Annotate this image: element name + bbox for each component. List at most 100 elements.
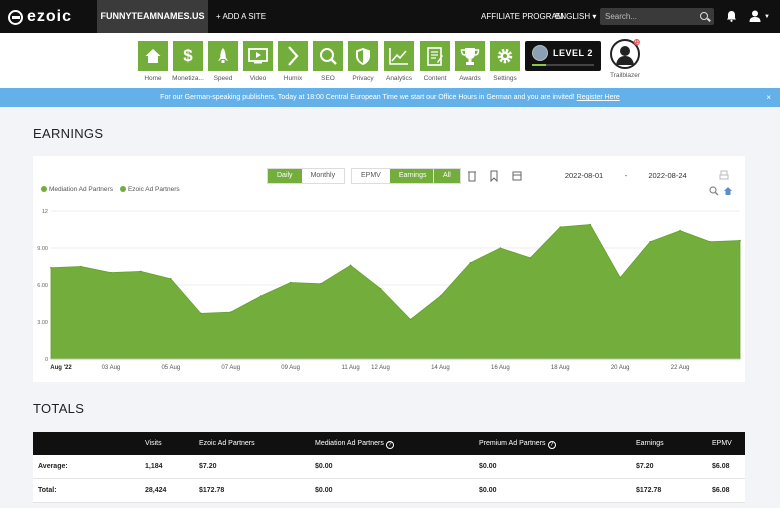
print-icon[interactable] xyxy=(719,170,729,182)
search-icon[interactable] xyxy=(700,12,708,20)
x-tick-label: 14 Aug xyxy=(431,365,450,371)
x-tick-label: 22 Aug xyxy=(671,365,690,371)
chevron-icon xyxy=(288,46,299,66)
all-toggle: All xyxy=(433,168,461,184)
banner-text: For our German-speaking publishers, Toda… xyxy=(160,94,575,101)
data-point xyxy=(409,318,412,321)
calendar-icon[interactable] xyxy=(512,170,522,182)
nav-awards[interactable]: Awards xyxy=(455,41,485,82)
data-point xyxy=(559,226,562,228)
date-to-field[interactable]: 2022-08-24 xyxy=(635,168,700,184)
chart-legend: Mediation Ad Partners Ezoic Ad Partners xyxy=(41,186,180,193)
period-toggle: Daily Monthly xyxy=(267,168,346,184)
dollar-icon: $ xyxy=(183,46,193,65)
nav-content[interactable]: Content xyxy=(420,41,450,82)
nav-speed[interactable]: Speed xyxy=(208,41,238,82)
legend-item[interactable]: Mediation Ad Partners xyxy=(41,186,113,193)
close-icon[interactable]: × xyxy=(766,88,771,107)
level-progress-fill xyxy=(532,64,546,66)
tab-epmv[interactable]: EPMV xyxy=(352,169,390,183)
x-tick-label: 11 Aug xyxy=(341,365,359,371)
user-icon[interactable] xyxy=(749,10,761,22)
magnifier-icon xyxy=(320,48,337,65)
cell-epmv: $6.08 xyxy=(712,487,730,494)
affiliate-program-link[interactable]: AFFILIATE PROGRAM xyxy=(481,0,564,33)
cell-ezoic: $172.78 xyxy=(199,487,225,494)
search-input[interactable] xyxy=(605,10,695,23)
tab-earnings[interactable]: Earnings xyxy=(389,169,436,183)
earnings-chart[interactable]: 0 3.00 6.00 9.00 12 Aug '22 03 Aug 05 Aug 07 Aug… xyxy=(33,196,745,378)
nav-home[interactable]: Home xyxy=(138,41,168,82)
reset-home-icon[interactable] xyxy=(723,186,733,196)
help-icon[interactable]: ? xyxy=(385,441,394,449)
legend-dot xyxy=(41,186,47,192)
table-row: Total: 28,424 $172.78 $0.00 $0.00 $172.7… xyxy=(33,479,745,503)
nav-monetization[interactable]: $ Monetiza... xyxy=(172,41,204,82)
nav-video[interactable]: Video xyxy=(243,41,273,82)
help-icon[interactable]: ? xyxy=(547,441,556,449)
cell-mediation: $0.00 xyxy=(315,463,333,470)
ezoic-logo[interactable]: ezoic xyxy=(8,8,72,26)
header-epmv: EPMV xyxy=(712,440,732,447)
x-tick-label: 05 Aug xyxy=(161,365,180,371)
top-bar: ezoic FUNNYTEAMNAMES.US + ADD A SITE AFF… xyxy=(0,0,780,33)
add-site-link[interactable]: + ADD A SITE xyxy=(216,0,266,33)
bell-icon[interactable] xyxy=(726,10,737,22)
home-icon xyxy=(145,49,161,63)
announcement-banner: For our German-speaking publishers, Toda… xyxy=(0,88,780,107)
area-series-ezoic xyxy=(50,224,741,360)
tab-monthly[interactable]: Monthly xyxy=(301,169,345,183)
trash-icon[interactable] xyxy=(467,170,477,182)
cell-premium: $0.00 xyxy=(479,463,497,470)
data-point xyxy=(170,278,172,280)
header-label: Premium Ad Partners xyxy=(479,440,546,447)
register-link[interactable]: Register Here xyxy=(577,94,620,101)
legend-label: Ezoic Ad Partners xyxy=(127,186,180,193)
logo-text: ezoic xyxy=(27,8,73,25)
chevron-down-icon[interactable]: ▼ xyxy=(764,14,770,20)
header-label: Mediation Ad Partners xyxy=(315,440,384,447)
site-selector[interactable]: FUNNYTEAMNAMES.US xyxy=(97,0,208,33)
earnings-card: Daily Monthly EPMV Earnings All 2022-08-… xyxy=(33,156,745,382)
data-point xyxy=(499,247,502,249)
nav-privacy[interactable]: Privacy xyxy=(348,41,378,82)
x-tick-label: Aug '22 xyxy=(50,365,72,371)
data-point xyxy=(739,239,741,242)
header-earnings: Earnings xyxy=(636,440,664,447)
level-badge[interactable]: LEVEL 2 xyxy=(525,41,601,71)
bookmark-icon[interactable] xyxy=(489,170,499,182)
search-box xyxy=(600,8,714,25)
data-point xyxy=(80,265,82,268)
document-icon xyxy=(427,46,443,66)
zoom-icon[interactable] xyxy=(709,186,719,196)
tab-all[interactable]: All xyxy=(434,169,460,183)
x-tick-label: 18 Aug xyxy=(551,365,570,371)
data-point xyxy=(619,276,621,279)
nav-humix[interactable]: Humix xyxy=(278,41,308,82)
data-point xyxy=(200,312,202,315)
header-visits: Visits xyxy=(145,440,162,447)
video-icon xyxy=(248,48,268,64)
ezoic-logo-icon xyxy=(8,9,23,25)
nav-analytics[interactable]: Analytics xyxy=(384,41,414,82)
legend-item[interactable]: Ezoic Ad Partners xyxy=(119,186,180,193)
data-point xyxy=(379,287,382,290)
plus-badge-icon: ⊕ xyxy=(633,37,641,47)
data-point xyxy=(110,271,112,274)
data-point xyxy=(679,229,681,232)
level-progress-bar xyxy=(532,64,594,66)
data-point xyxy=(289,281,292,284)
cell-earnings: $172.78 xyxy=(636,487,662,494)
nav-settings[interactable]: Settings xyxy=(490,41,520,82)
data-point xyxy=(50,266,52,269)
cell-visits: 1,184 xyxy=(145,463,163,470)
app-nav-bar: Home $ Monetiza... Speed Video Humix SEO… xyxy=(0,33,780,88)
totals-table: Visits Ezoic Ad Partners Mediation Ad Pa… xyxy=(33,432,745,503)
row-label: Total: xyxy=(38,487,57,494)
nav-seo[interactable]: SEO xyxy=(313,41,343,82)
data-point xyxy=(469,262,472,264)
nav-label: Settings xyxy=(493,75,517,82)
date-from-field[interactable]: 2022-08-01 xyxy=(538,168,630,184)
tab-daily[interactable]: Daily xyxy=(268,169,302,183)
language-selector[interactable]: ENGLISH ▾ xyxy=(555,0,596,33)
